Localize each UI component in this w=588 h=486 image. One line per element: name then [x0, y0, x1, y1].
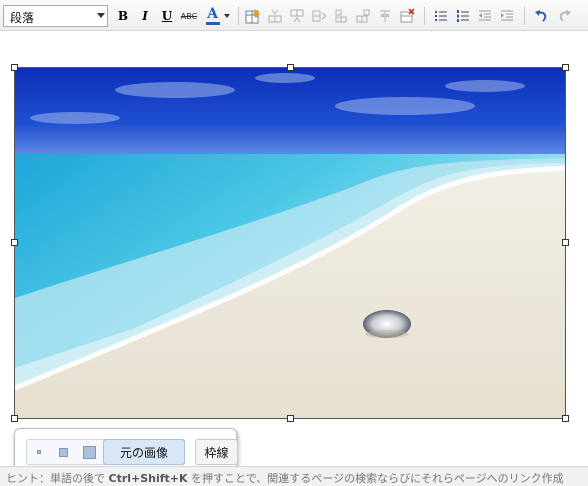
delete-column-button[interactable]	[376, 7, 394, 25]
merge-cells-icon	[335, 9, 347, 23]
split-cells-button[interactable]	[354, 7, 372, 25]
redo-icon	[559, 10, 571, 22]
italic-icon: I	[142, 9, 148, 23]
bulleted-list-button[interactable]	[432, 7, 450, 25]
beach-photo	[15, 68, 565, 418]
font-color-button[interactable]: A	[203, 7, 231, 25]
border-button[interactable]: 枠線	[195, 439, 238, 465]
bold-button[interactable]: B	[114, 7, 132, 25]
insert-column-icon	[312, 10, 327, 22]
beach-photo-image[interactable]	[14, 67, 566, 419]
bold-icon: B	[117, 9, 129, 23]
size-large-icon	[82, 445, 96, 459]
indent-button[interactable]	[498, 7, 516, 25]
italic-button[interactable]: I	[136, 7, 154, 25]
font-color-icon: A	[205, 7, 221, 25]
edit-table-icon	[245, 9, 260, 24]
insert-row-above-button[interactable]	[266, 7, 284, 25]
resize-handle-top-right[interactable]	[562, 64, 569, 71]
chevron-down-icon	[223, 14, 230, 18]
redo-button[interactable]	[556, 7, 574, 25]
editor-toolbar: 段落 B I U ABC A	[0, 0, 588, 31]
undo-icon	[535, 10, 547, 22]
toolbar-divider	[238, 7, 239, 25]
resize-handle-bottom-left[interactable]	[11, 415, 18, 422]
toolbar-divider	[424, 7, 425, 25]
edit-table-button[interactable]	[244, 7, 262, 25]
strikethrough-button[interactable]: ABC	[180, 7, 198, 25]
merge-cells-button[interactable]	[332, 7, 350, 25]
delete-table-button[interactable]	[398, 7, 416, 25]
size-small-button[interactable]	[27, 440, 51, 464]
size-large-button[interactable]	[76, 440, 102, 464]
numbered-list-button[interactable]	[454, 7, 472, 25]
hint-shortcut: Ctrl+Shift+K	[108, 472, 188, 485]
bulleted-list-icon	[435, 11, 447, 21]
resize-handle-bottom-right[interactable]	[562, 415, 569, 422]
split-cells-icon	[356, 9, 370, 23]
undo-button[interactable]	[532, 7, 550, 25]
size-small-icon	[37, 450, 41, 454]
original-size-button[interactable]: 元の画像	[103, 439, 185, 465]
resize-handle-left[interactable]	[11, 239, 18, 246]
numbered-list-icon	[457, 10, 469, 22]
resize-handle-top[interactable]	[287, 64, 294, 71]
strikethrough-icon: ABC	[180, 11, 198, 21]
hint-prefix: ヒント：単語の後で	[6, 472, 109, 485]
insert-row-below-button[interactable]	[288, 7, 306, 25]
outdent-button[interactable]	[476, 7, 494, 25]
indent-icon	[501, 10, 513, 21]
toolbar-divider	[524, 7, 525, 25]
insert-row-below-icon	[290, 9, 304, 23]
resize-handle-top-left[interactable]	[11, 64, 18, 71]
chevron-down-icon	[97, 13, 105, 18]
resize-handle-bottom[interactable]	[287, 415, 294, 422]
size-medium-icon	[58, 447, 68, 457]
delete-table-icon	[400, 8, 415, 23]
paragraph-format-select[interactable]: 段落	[3, 5, 108, 27]
status-bar: ヒント：単語の後で Ctrl+Shift+K を押すことで、関連するページの検索…	[0, 466, 588, 486]
hint-suffix: を押すことで、関連するページの検索ならびにそれらページへのリンク作成	[187, 472, 564, 485]
delete-column-icon	[380, 10, 390, 22]
hint-text: ヒント：単語の後で Ctrl+Shift+K を押すことで、関連するページの検索…	[6, 470, 564, 486]
insert-column-button[interactable]	[310, 7, 328, 25]
format-select-value: 段落	[10, 11, 35, 25]
underline-icon: U	[161, 9, 173, 23]
size-medium-button[interactable]	[51, 440, 75, 464]
insert-row-above-icon	[268, 9, 282, 23]
resize-handle-right[interactable]	[562, 239, 569, 246]
underline-button[interactable]: U	[158, 7, 176, 25]
outdent-icon	[479, 10, 491, 21]
